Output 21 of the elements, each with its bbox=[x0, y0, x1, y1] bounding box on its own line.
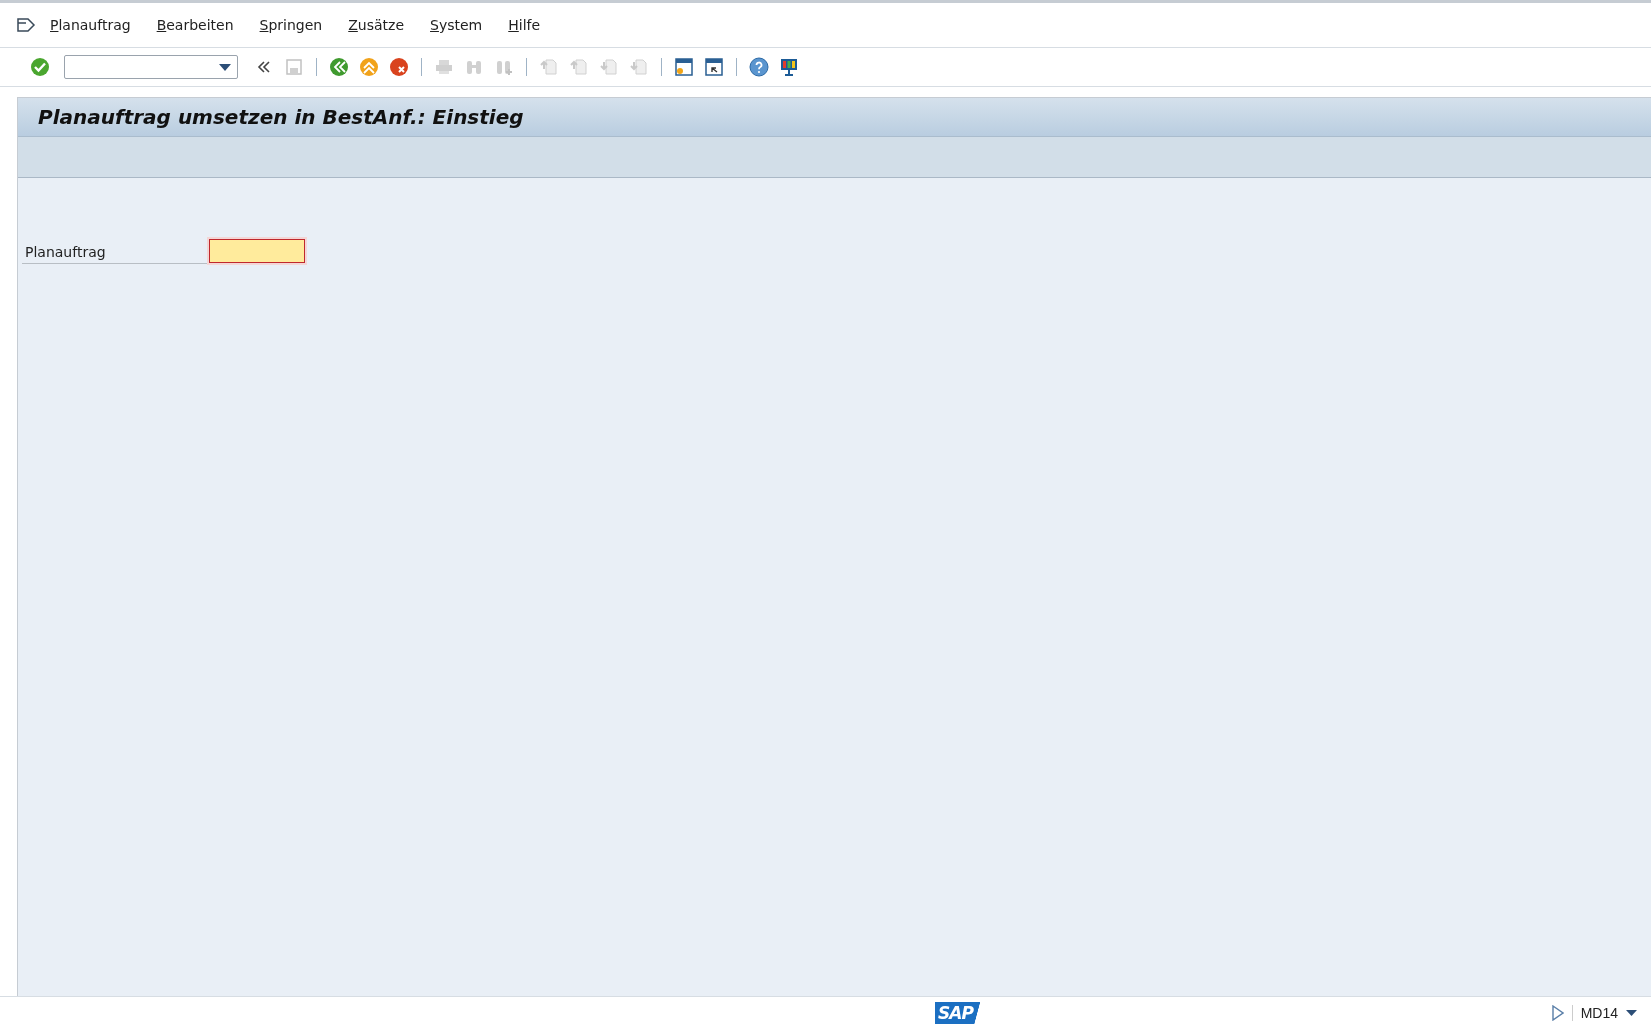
play-triangle-icon[interactable] bbox=[1551, 1005, 1564, 1021]
menu-item[interactable]: Planauftrag bbox=[50, 17, 131, 33]
shortcut-icon[interactable] bbox=[702, 55, 726, 79]
dropdown-caret-icon[interactable] bbox=[219, 63, 231, 71]
input-field[interactable] bbox=[209, 239, 305, 263]
transaction-code[interactable]: MD14 bbox=[1571, 1005, 1637, 1021]
menu-item[interactable]: Springen bbox=[259, 17, 323, 33]
help-icon[interactable] bbox=[747, 55, 771, 79]
menu-item[interactable]: Hilfe bbox=[508, 17, 541, 33]
menu-item[interactable]: Zusätze bbox=[348, 17, 405, 33]
new-window-icon[interactable] bbox=[672, 55, 696, 79]
menu-item[interactable]: System bbox=[430, 17, 483, 33]
dropdown-caret-icon bbox=[1626, 1010, 1637, 1016]
exit-icon[interactable] bbox=[357, 55, 381, 79]
back-icon[interactable] bbox=[327, 55, 351, 79]
screen-title: Planauftrag umsetzen in BestAnf.: Einstieg bbox=[38, 105, 524, 129]
cancel-icon[interactable] bbox=[387, 55, 411, 79]
check-icon[interactable] bbox=[28, 55, 52, 79]
command-field[interactable] bbox=[64, 55, 238, 79]
menu-item[interactable]: Bearbeiten bbox=[156, 17, 234, 33]
menu-icon[interactable] bbox=[16, 17, 36, 33]
